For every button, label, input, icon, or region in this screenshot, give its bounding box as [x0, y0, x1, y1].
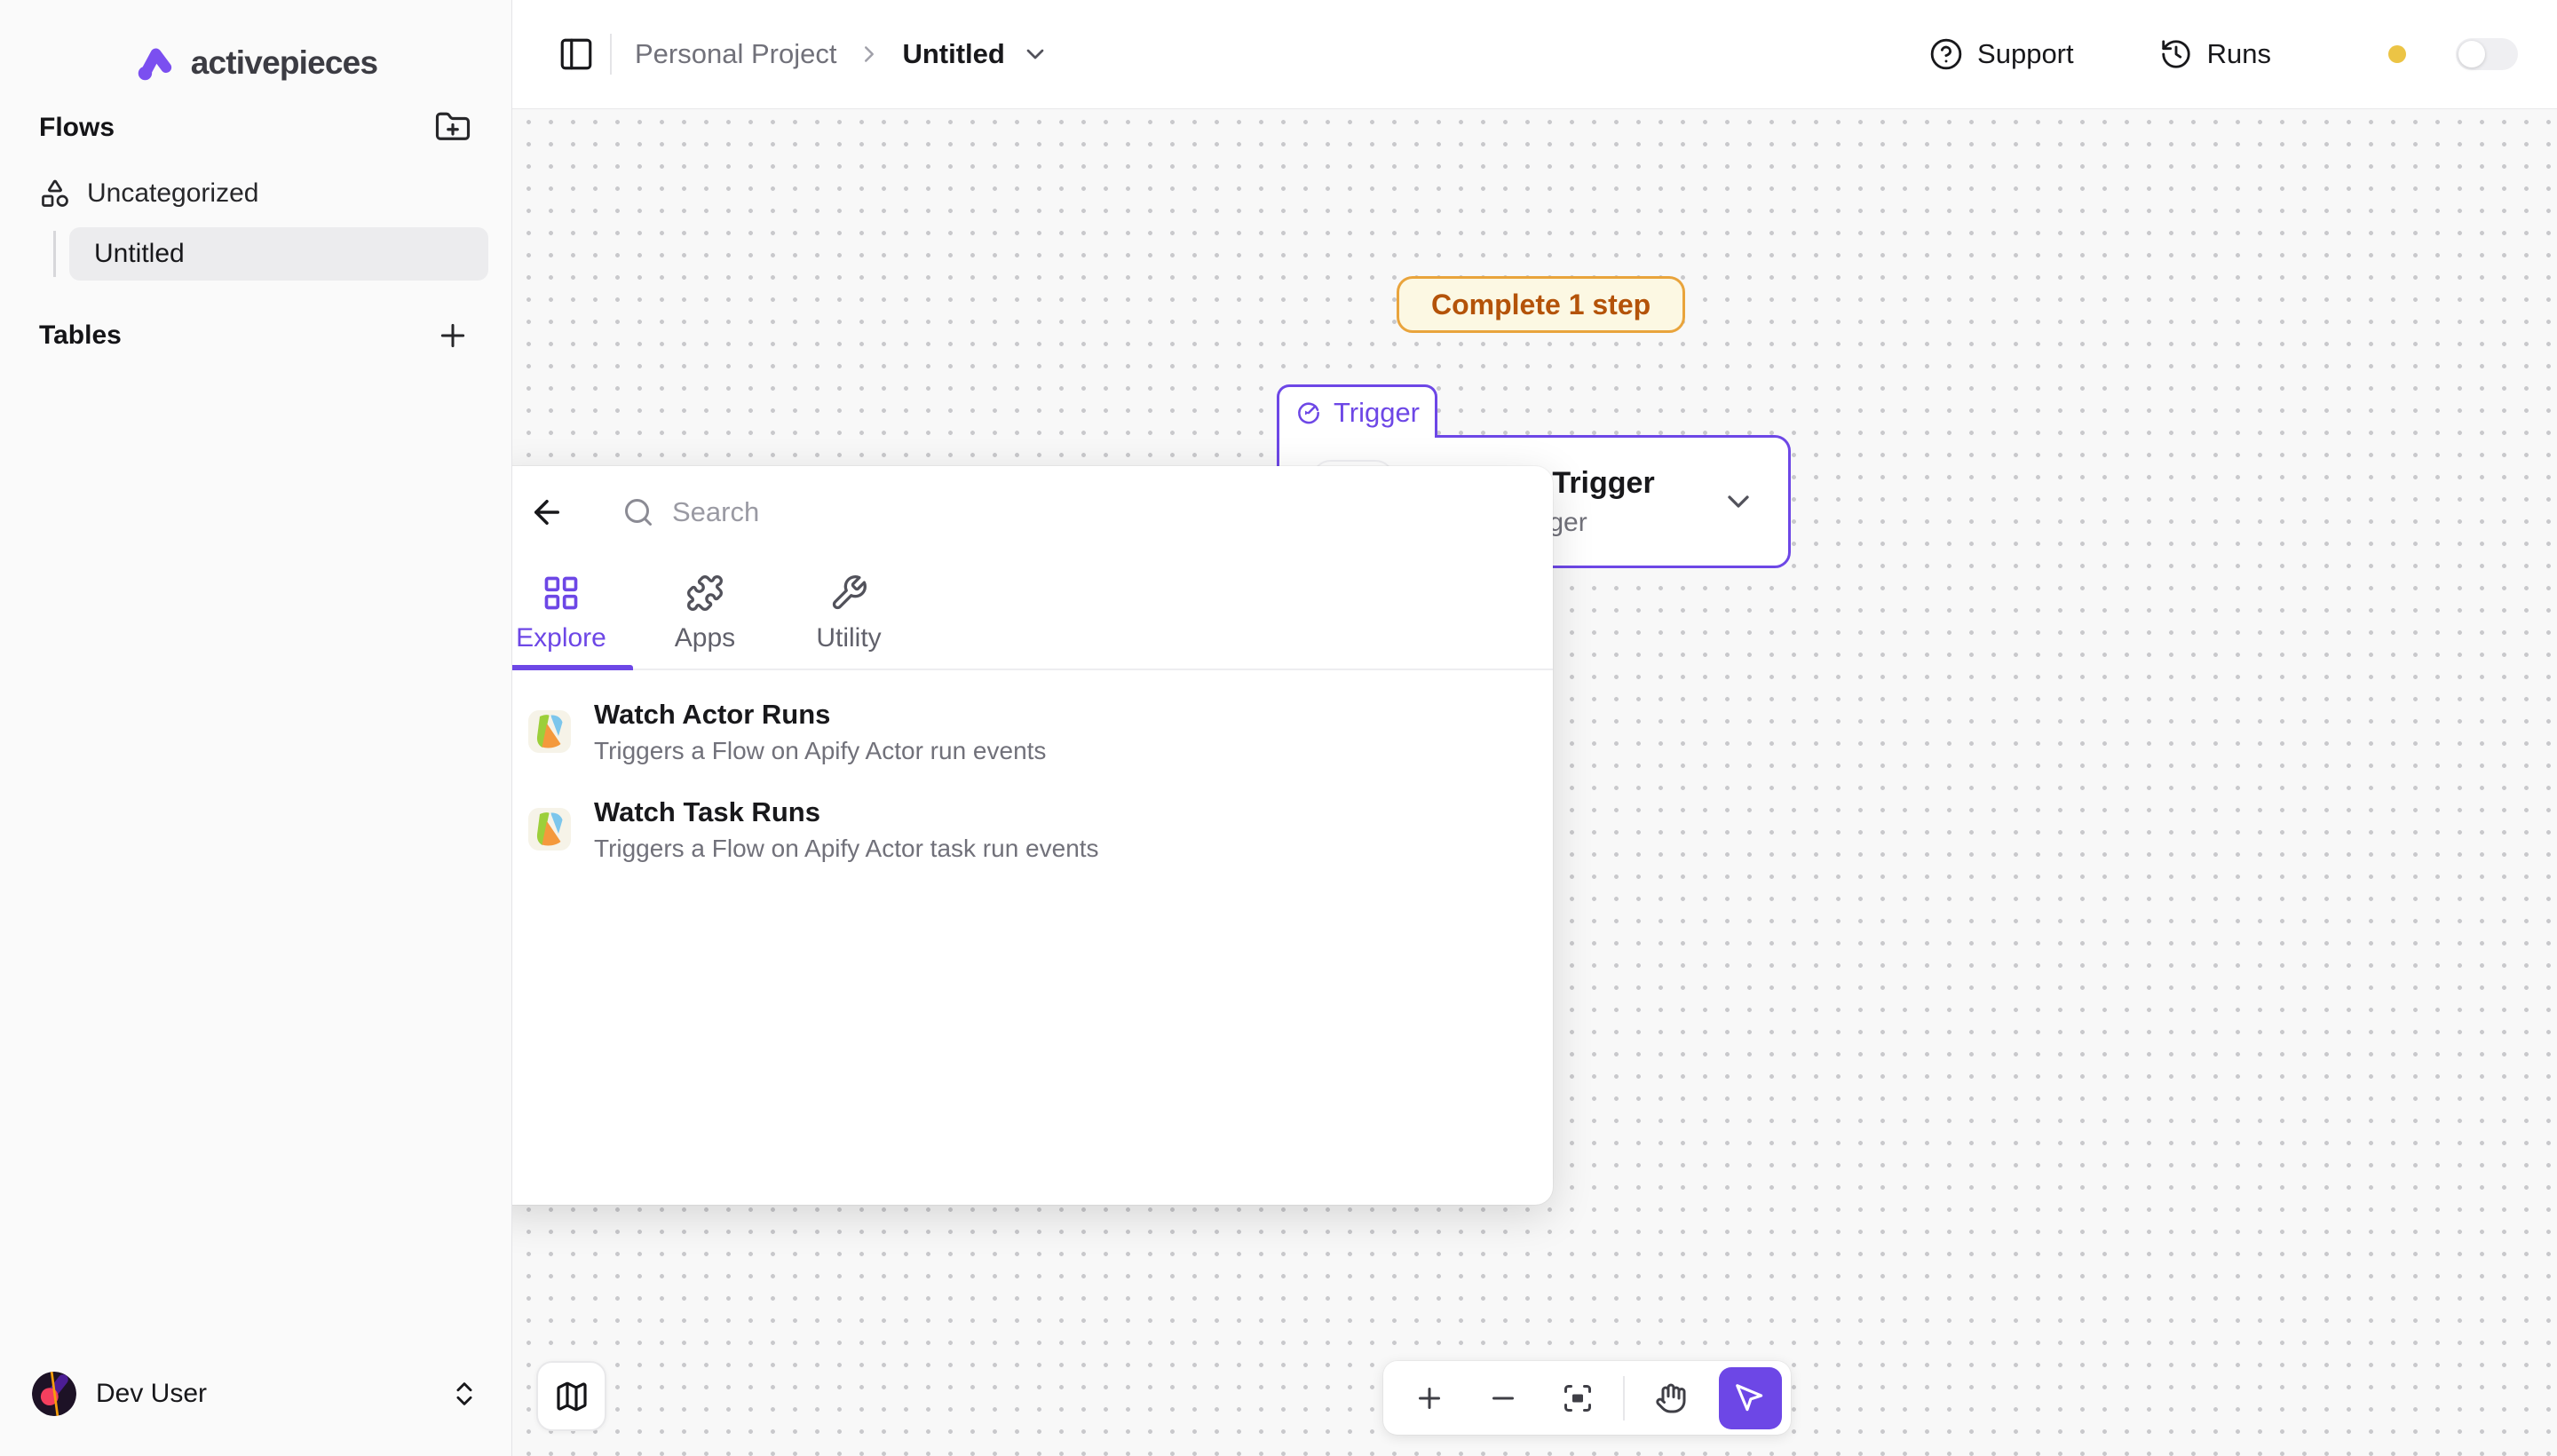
mouse-pointer-icon [1733, 1381, 1767, 1415]
chevron-down-icon[interactable] [1721, 484, 1756, 519]
support-label: Support [1977, 38, 2074, 70]
pan-tool-button[interactable] [1642, 1369, 1699, 1428]
toggle-knob [2458, 41, 2485, 67]
tab-label: Apps [675, 623, 735, 653]
trigger-node-tab: Trigger [1277, 384, 1437, 438]
breadcrumb-flow-name[interactable]: Untitled [902, 38, 1004, 70]
help-circle-icon [1929, 37, 1963, 71]
flows-title: Flows [39, 113, 115, 143]
minus-icon [1487, 1382, 1519, 1414]
runs-button[interactable]: Runs [2159, 37, 2271, 71]
chevron-down-icon[interactable] [1021, 40, 1049, 68]
breadcrumb-project[interactable]: Personal Project [635, 38, 836, 70]
tab-utility[interactable]: Utility [777, 558, 921, 669]
plus-icon [435, 318, 471, 353]
item-description: Triggers a Flow on Apify Actor task run … [594, 835, 1099, 863]
chevron-right-icon [856, 41, 883, 67]
map-icon [554, 1379, 590, 1414]
draft-status-dot [2388, 45, 2406, 63]
brand-logo: activepieces [0, 34, 511, 92]
trigger-list: Watch Actor Runs Triggers a Flow on Apif… [489, 670, 1553, 878]
select-tool-button[interactable] [1719, 1367, 1782, 1429]
item-texts: Watch Task Runs Triggers a Flow on Apify… [594, 796, 1099, 863]
tab-label: Utility [816, 623, 881, 653]
zoom-in-button[interactable] [1400, 1369, 1458, 1428]
user-name: Dev User [96, 1379, 430, 1409]
toolbar-divider [1623, 1376, 1625, 1420]
activepieces-logo-icon [134, 44, 177, 83]
brand-name: activepieces [191, 44, 378, 82]
topbar: Personal Project Untitled Support Runs [512, 0, 2557, 109]
back-arrow-icon[interactable] [528, 494, 566, 531]
plus-icon [1413, 1382, 1445, 1414]
add-folder-button[interactable] [430, 105, 476, 151]
sidebar: activepieces Flows Uncategorized Untitle… [0, 0, 512, 1456]
folder-plus-icon [434, 109, 471, 146]
popup-tabs: Explore Apps Utility [489, 558, 1553, 670]
tab-label: Explore [516, 623, 606, 653]
zoom-out-button[interactable] [1474, 1369, 1532, 1428]
fit-view-button[interactable] [1548, 1369, 1606, 1428]
topbar-divider [610, 34, 612, 75]
search-icon [622, 496, 654, 528]
panel-left-icon [558, 36, 595, 73]
apify-icon [528, 710, 571, 753]
user-menu[interactable]: Dev User [32, 1362, 479, 1426]
topbar-actions: Support Runs [1929, 37, 2557, 71]
support-button[interactable]: Support [1929, 37, 2074, 71]
item-description: Triggers a Flow on Apify Actor run event… [594, 737, 1046, 765]
tables-header: Tables [39, 313, 476, 359]
publish-toggle[interactable] [2456, 38, 2518, 70]
item-title: Watch Task Runs [594, 796, 1099, 828]
trigger-gauge-icon [1294, 399, 1323, 427]
fit-view-icon [1562, 1382, 1594, 1414]
search-field[interactable] [622, 496, 1514, 528]
avatar [32, 1372, 76, 1416]
wrench-icon [829, 574, 868, 613]
tables-title: Tables [39, 320, 122, 351]
trigger-tab-label: Trigger [1334, 397, 1420, 429]
add-table-button[interactable] [430, 313, 476, 359]
piece-selector-popup: Explore Apps Utility Watch Actor Runs [489, 466, 1553, 1205]
list-item-watch-task-runs[interactable]: Watch Task Runs Triggers a Flow on Apify… [489, 780, 1553, 878]
item-texts: Watch Actor Runs Triggers a Flow on Apif… [594, 699, 1046, 765]
popup-header [489, 466, 1553, 558]
tab-apps[interactable]: Apps [633, 558, 777, 669]
canvas-toolbar [1383, 1361, 1791, 1435]
minimap-toggle-button[interactable] [536, 1361, 606, 1431]
flow-item-label: Untitled [94, 239, 185, 269]
runs-label: Runs [2207, 38, 2271, 70]
search-input[interactable] [672, 496, 1514, 528]
apify-icon [528, 808, 571, 851]
complete-steps-badge[interactable]: Complete 1 step [1397, 276, 1685, 333]
flows-header: Flows [39, 105, 476, 151]
layout-grid-icon [542, 574, 581, 613]
item-title: Watch Actor Runs [594, 699, 1046, 731]
puzzle-icon [685, 574, 724, 613]
sidebar-item-uncategorized[interactable]: Uncategorized [39, 170, 476, 217]
history-icon [2159, 37, 2193, 71]
chevrons-up-down-icon [449, 1379, 479, 1409]
list-item-watch-actor-runs[interactable]: Watch Actor Runs Triggers a Flow on Apif… [489, 683, 1553, 780]
folder-label: Uncategorized [87, 178, 258, 209]
shapes-icon [39, 178, 71, 210]
sidebar-item-flow-untitled[interactable]: Untitled [69, 227, 488, 281]
toggle-sidebar-button[interactable] [553, 31, 599, 77]
tree-indent-line [53, 231, 56, 277]
flow-tree: Untitled [53, 227, 488, 281]
hand-icon [1655, 1382, 1687, 1414]
